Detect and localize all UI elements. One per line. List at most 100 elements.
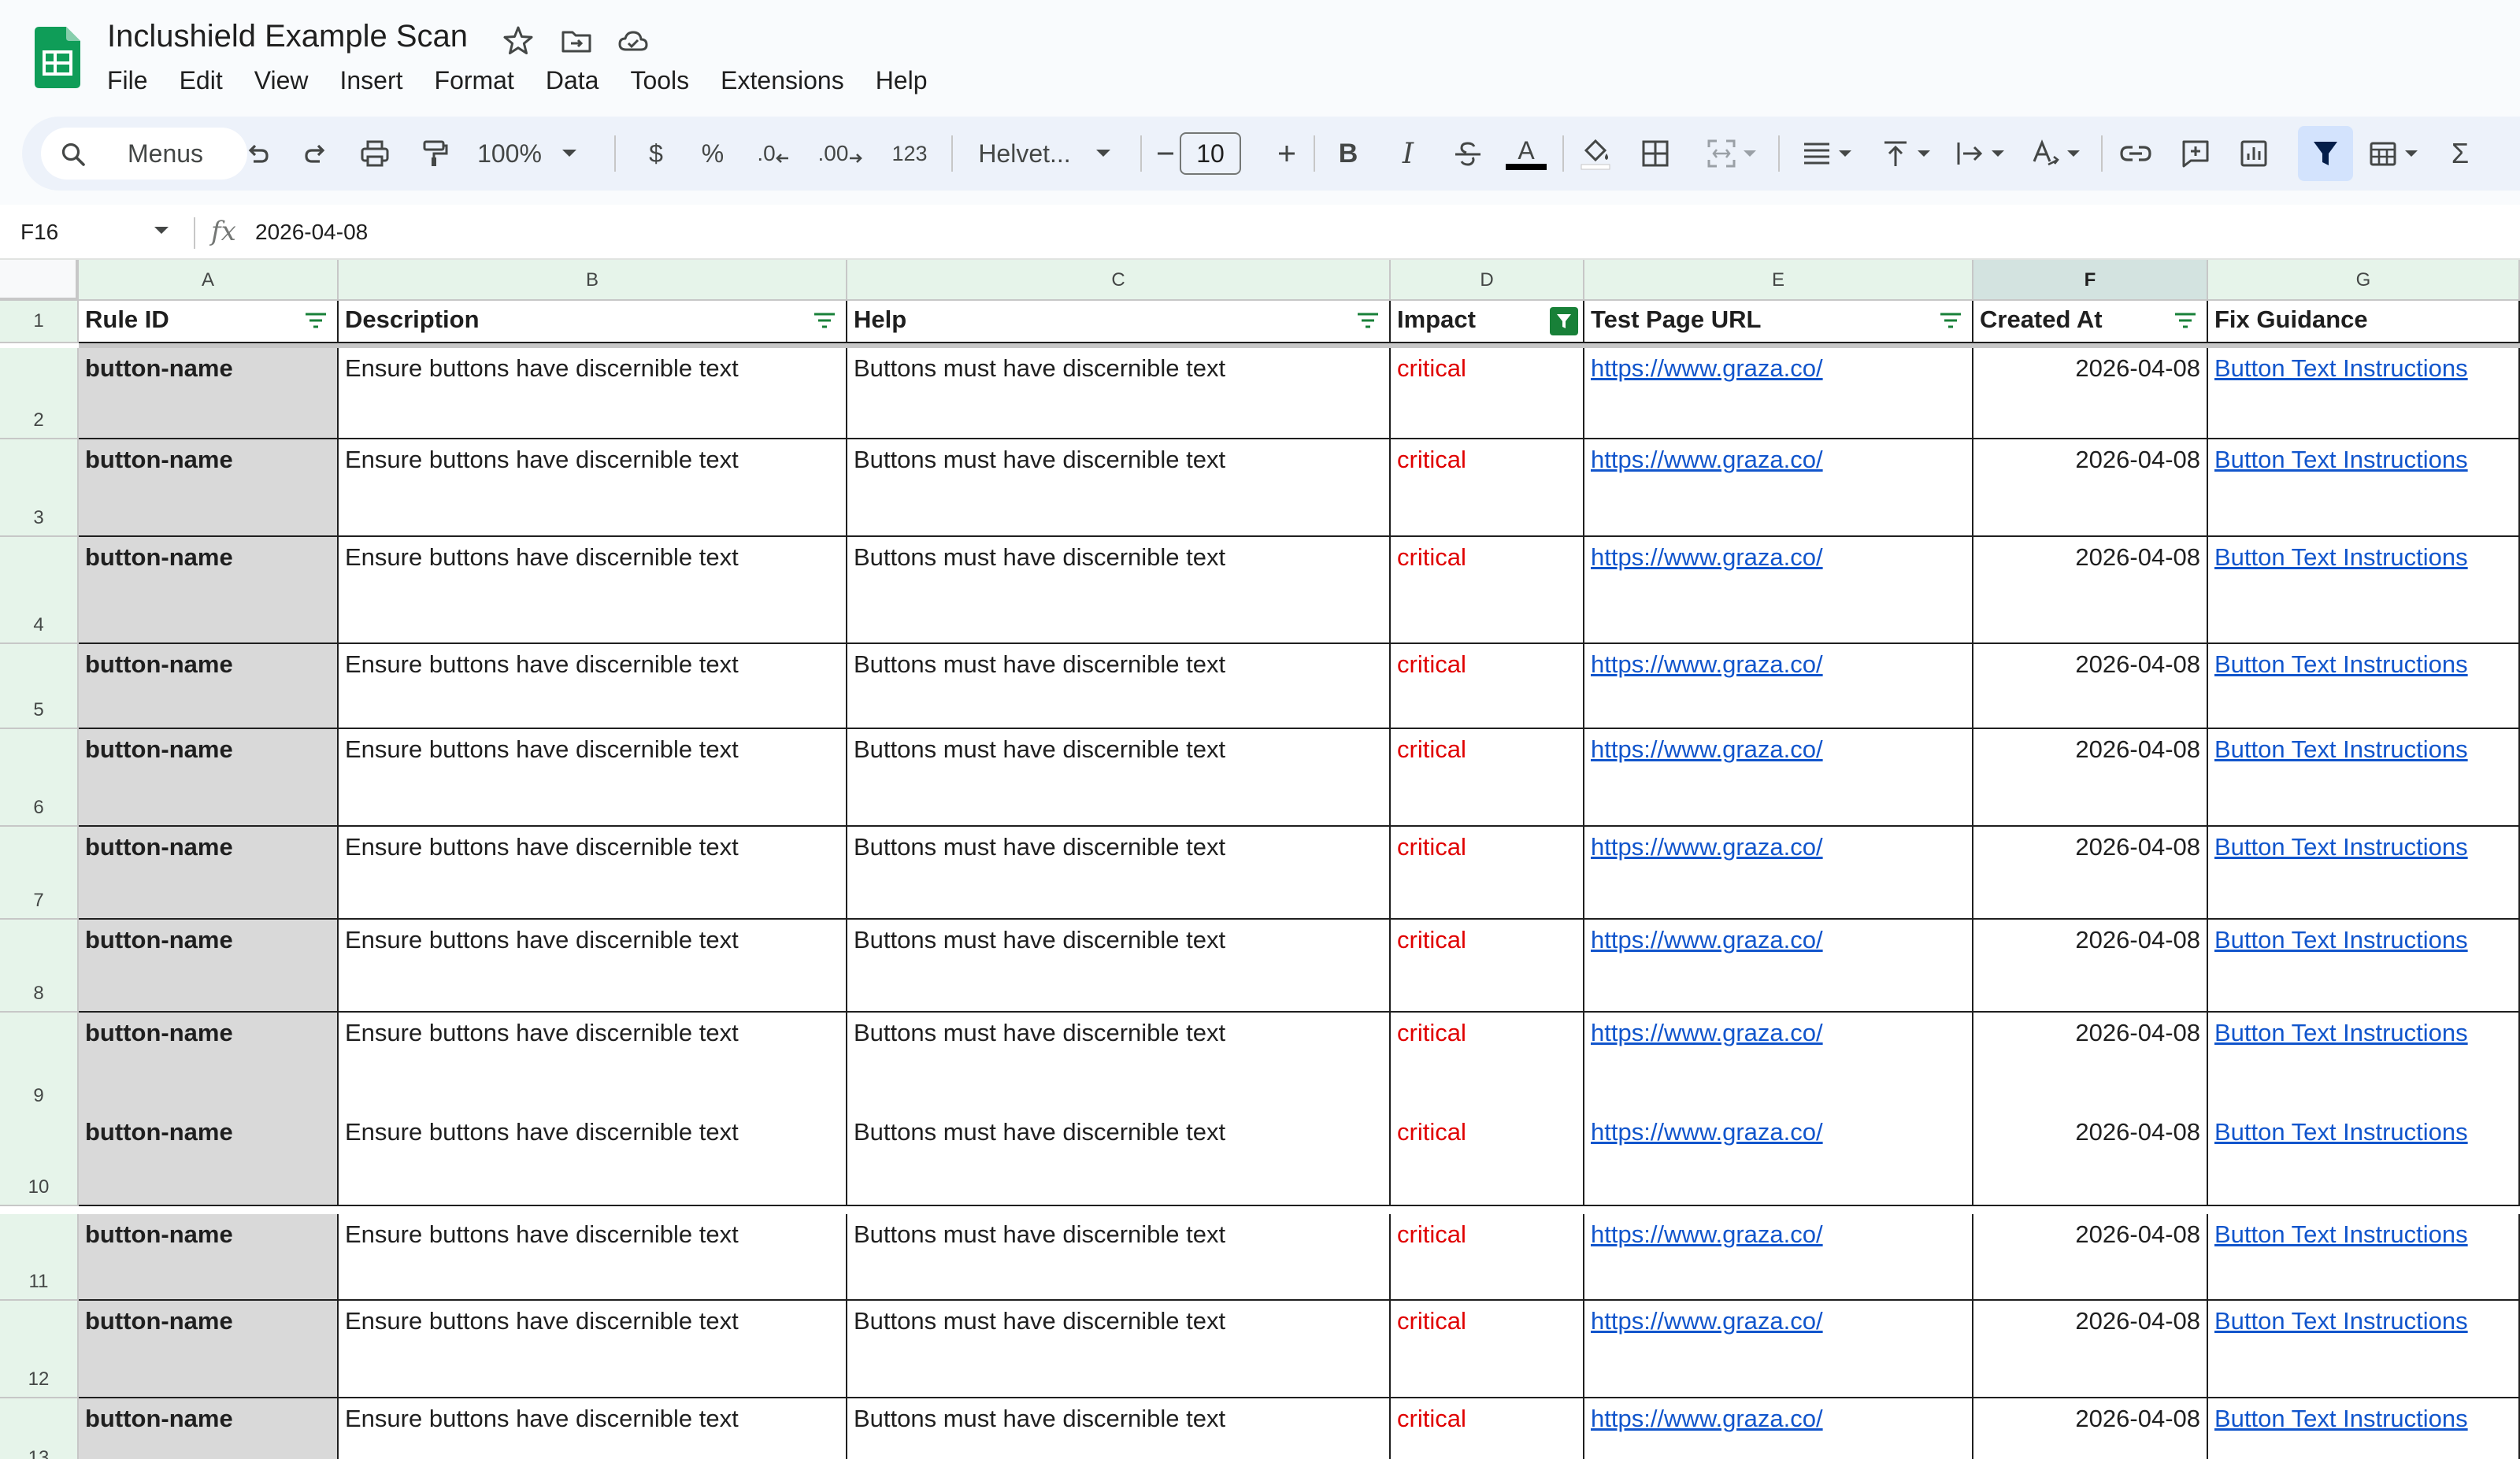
created-at-cell[interactable]: 2026-04-08 — [1973, 729, 2208, 827]
active-filter-icon[interactable] — [1550, 307, 1578, 335]
header-cell[interactable]: Fix Guidance — [2208, 301, 2520, 343]
name-box[interactable]: F16 — [20, 205, 58, 260]
merge-cells-button[interactable] — [1696, 117, 1767, 191]
rule-id-cell[interactable]: button-name — [79, 1013, 339, 1115]
help-cell[interactable]: Buttons must have discernible text — [847, 1398, 1391, 1459]
currency-format-button[interactable]: $ — [636, 117, 676, 191]
document-title[interactable]: Inclushield Example Scan — [107, 19, 468, 54]
header-cell[interactable]: Created At — [1973, 301, 2208, 343]
vertical-align-button[interactable] — [1870, 117, 1942, 191]
created-at-cell[interactable]: 2026-04-08 — [1973, 348, 2208, 439]
move-folder-icon[interactable] — [559, 24, 594, 58]
header-cell[interactable]: Test Page URL — [1584, 301, 1973, 343]
column-header-e[interactable]: E — [1584, 260, 1973, 301]
text-wrapping-button[interactable] — [1944, 117, 2016, 191]
row-header[interactable]: 9 — [0, 1013, 79, 1115]
horizontal-align-button[interactable] — [1789, 117, 1865, 191]
functions-button[interactable]: Σ — [2438, 117, 2482, 191]
help-cell[interactable]: Buttons must have discernible text — [847, 537, 1391, 644]
row-header[interactable]: 1 — [0, 301, 79, 343]
header-cell[interactable]: Help — [847, 301, 1391, 343]
description-cell[interactable]: Ensure buttons have discernible text — [339, 348, 847, 439]
test-page-url-link[interactable]: https://www.graza.co/ — [1584, 920, 1973, 1013]
decrease-decimal-button[interactable]: .0 — [750, 117, 797, 191]
created-at-cell[interactable]: 2026-04-08 — [1973, 1214, 2208, 1301]
rule-id-cell[interactable]: button-name — [79, 920, 339, 1013]
menu-insert[interactable]: Insert — [324, 61, 418, 99]
row-header[interactable]: 11 — [0, 1214, 79, 1301]
menu-view[interactable]: View — [239, 61, 324, 99]
impact-cell[interactable]: critical — [1391, 1398, 1584, 1459]
rule-id-cell[interactable]: button-name — [79, 1398, 339, 1459]
fix-guidance-link[interactable]: Button Text Instructions — [2208, 537, 2520, 644]
cloud-status-icon[interactable] — [616, 24, 650, 58]
test-page-url-link[interactable]: https://www.graza.co/ — [1584, 729, 1973, 827]
star-icon[interactable] — [501, 24, 536, 58]
fix-guidance-link[interactable]: Button Text Instructions — [2208, 1214, 2520, 1301]
fix-guidance-link[interactable]: Button Text Instructions — [2208, 1013, 2520, 1115]
row-header[interactable]: 5 — [0, 644, 79, 729]
borders-button[interactable] — [1633, 117, 1677, 191]
help-cell[interactable]: Buttons must have discernible text — [847, 1214, 1391, 1301]
description-cell[interactable]: Ensure buttons have discernible text — [339, 827, 847, 920]
menu-format[interactable]: Format — [419, 61, 530, 99]
filter-menu-icon[interactable] — [304, 310, 328, 332]
fix-guidance-link[interactable]: Button Text Instructions — [2208, 729, 2520, 827]
description-cell[interactable]: Ensure buttons have discernible text — [339, 537, 847, 644]
fix-guidance-link[interactable]: Button Text Instructions — [2208, 439, 2520, 537]
description-cell[interactable]: Ensure buttons have discernible text — [339, 920, 847, 1013]
help-cell[interactable]: Buttons must have discernible text — [847, 348, 1391, 439]
row-header[interactable]: 12 — [0, 1301, 79, 1398]
fix-guidance-link[interactable]: Button Text Instructions — [2208, 827, 2520, 920]
description-cell[interactable]: Ensure buttons have discernible text — [339, 1398, 847, 1459]
rule-id-cell[interactable]: button-name — [79, 348, 339, 439]
row-header[interactable]: 6 — [0, 729, 79, 827]
frozen-row-divider[interactable] — [79, 343, 2520, 348]
header-cell[interactable]: Rule ID — [79, 301, 339, 343]
impact-cell[interactable]: critical — [1391, 439, 1584, 537]
text-rotation-button[interactable] — [2019, 117, 2092, 191]
fix-guidance-link[interactable]: Button Text Instructions — [2208, 644, 2520, 729]
help-cell[interactable]: Buttons must have discernible text — [847, 1013, 1391, 1115]
created-at-cell[interactable]: 2026-04-08 — [1973, 1013, 2208, 1115]
text-color-button[interactable]: A — [1503, 117, 1550, 191]
test-page-url-link[interactable]: https://www.graza.co/ — [1584, 348, 1973, 439]
test-page-url-link[interactable]: https://www.graza.co/ — [1584, 439, 1973, 537]
header-cell[interactable]: Description — [339, 301, 847, 343]
created-at-cell[interactable]: 2026-04-08 — [1973, 439, 2208, 537]
description-cell[interactable]: Ensure buttons have discernible text — [339, 1013, 847, 1115]
menu-file[interactable]: File — [91, 61, 164, 99]
rule-id-cell[interactable]: button-name — [79, 827, 339, 920]
impact-cell[interactable]: critical — [1391, 1112, 1584, 1206]
impact-cell[interactable]: critical — [1391, 537, 1584, 644]
fix-guidance-link[interactable]: Button Text Instructions — [2208, 348, 2520, 439]
filter-menu-icon[interactable] — [2174, 310, 2197, 332]
decrease-font-size-button[interactable] — [1150, 117, 1181, 191]
fix-guidance-link[interactable]: Button Text Instructions — [2208, 1398, 2520, 1459]
menu-tools[interactable]: Tools — [614, 61, 705, 99]
test-page-url-link[interactable]: https://www.graza.co/ — [1584, 1013, 1973, 1115]
test-page-url-link[interactable]: https://www.graza.co/ — [1584, 1398, 1973, 1459]
created-at-cell[interactable]: 2026-04-08 — [1973, 537, 2208, 644]
sheets-logo-icon[interactable] — [35, 27, 80, 88]
created-at-cell[interactable]: 2026-04-08 — [1973, 1112, 2208, 1206]
filter-menu-icon[interactable] — [1939, 310, 1962, 332]
fix-guidance-link[interactable]: Button Text Instructions — [2208, 1301, 2520, 1398]
increase-font-size-button[interactable] — [1271, 117, 1303, 191]
column-header-f[interactable]: F — [1973, 260, 2208, 301]
filter-menu-icon[interactable] — [1356, 310, 1380, 332]
help-cell[interactable]: Buttons must have discernible text — [847, 1301, 1391, 1398]
created-at-cell[interactable]: 2026-04-08 — [1973, 1301, 2208, 1398]
column-header-c[interactable]: C — [847, 260, 1391, 301]
insert-chart-button[interactable] — [2230, 117, 2277, 191]
test-page-url-link[interactable]: https://www.graza.co/ — [1584, 827, 1973, 920]
description-cell[interactable]: Ensure buttons have discernible text — [339, 1214, 847, 1301]
impact-cell[interactable]: critical — [1391, 348, 1584, 439]
row-header[interactable]: 2 — [0, 348, 79, 439]
impact-cell[interactable]: critical — [1391, 1214, 1584, 1301]
column-header-b[interactable]: B — [339, 260, 847, 301]
menu-data[interactable]: Data — [530, 61, 615, 99]
paint-format-button[interactable] — [413, 117, 457, 191]
increase-decimal-button[interactable]: .00 — [811, 117, 869, 191]
row-header[interactable]: 13 — [0, 1398, 79, 1459]
